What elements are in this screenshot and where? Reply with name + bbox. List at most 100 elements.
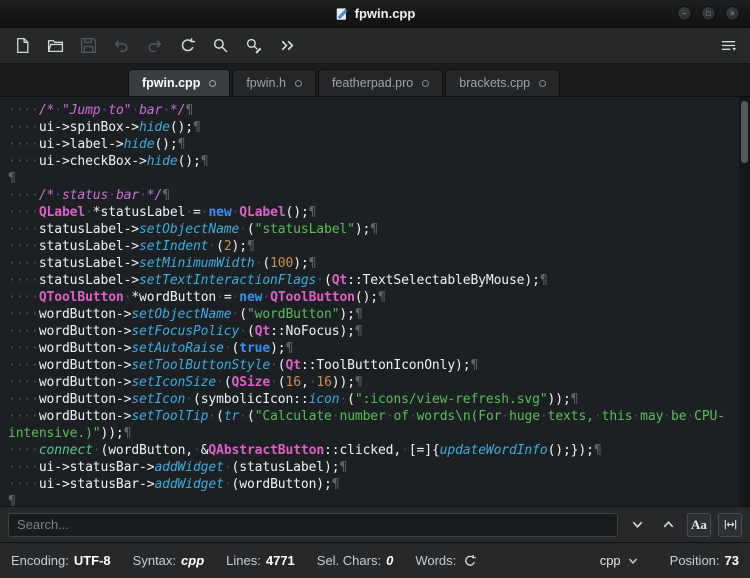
- find-replace-icon: [246, 38, 261, 54]
- code-token: (: [324, 273, 332, 288]
- search-button[interactable]: [206, 33, 234, 59]
- code-line: ····wordButton->setToolTip·(tr·("Calcula…: [8, 408, 750, 425]
- code-token: 2: [223, 239, 232, 254]
- tab-brackets.cpp[interactable]: brackets.cpp: [445, 69, 561, 96]
- whitespace-dots: ····: [8, 409, 39, 424]
- code-area: ····/*·"Jump·to"·bar·*/¶ ····ui->spinBox-…: [0, 97, 750, 506]
- code-token: (wordButton,: [100, 443, 194, 458]
- open-file-button[interactable]: [41, 33, 69, 59]
- code-token: QLabel: [239, 205, 286, 220]
- code-token: (: [216, 409, 224, 424]
- code-token: ();: [154, 137, 178, 152]
- syntax-combobox[interactable]: cpp: [594, 550, 644, 571]
- code-token: wordButton->: [38, 358, 132, 373]
- code-token: ::clicked,: [324, 443, 402, 458]
- find-next-button[interactable]: [625, 513, 649, 537]
- vertical-scrollbar[interactable]: [739, 97, 750, 506]
- tab-fpwin.cpp[interactable]: fpwin.cpp: [128, 69, 231, 96]
- code-line: ····wordButton->setToolButtonStyle·(Qt::…: [8, 357, 750, 374]
- more-toolbuttons-button[interactable]: [272, 33, 300, 59]
- code-token: ":icons/view-refresh.svg": [354, 392, 548, 407]
- code-token: (statusLabel);: [231, 460, 340, 475]
- code-token: statusLabel->: [38, 256, 140, 271]
- undo-icon: [114, 40, 128, 53]
- redo-button[interactable]: [140, 33, 168, 59]
- whitespace-dots: ·: [92, 443, 101, 458]
- undo-button[interactable]: [107, 33, 135, 59]
- title-bar[interactable]: fpwin.cpp − □ ×: [0, 0, 750, 28]
- code-token: (: [246, 324, 255, 339]
- search-input[interactable]: [8, 512, 618, 537]
- scrollbar-thumb[interactable]: [741, 101, 748, 163]
- whitespace-dots: ·: [216, 375, 224, 390]
- code-token: intensive.)": [8, 426, 101, 441]
- whitespace-dots: ·: [316, 273, 324, 288]
- code-token: );: [354, 222, 371, 237]
- code-token: */: [146, 188, 163, 203]
- whole-word-button[interactable]: [718, 512, 742, 537]
- whitespace-dots: ····: [8, 290, 39, 305]
- whitespace-dots: ·: [208, 409, 217, 424]
- encoding-value: UTF-8: [73, 553, 111, 568]
- menu-button[interactable]: [714, 33, 742, 59]
- pilcrow-mark: ¶: [378, 290, 386, 305]
- find-previous-button[interactable]: [656, 513, 680, 537]
- pilcrow-mark: ¶: [8, 494, 16, 506]
- pilcrow-mark: ¶: [593, 443, 602, 458]
- whitespace-dots: ·: [54, 188, 62, 203]
- whitespace-dots: ····: [8, 341, 39, 356]
- find-replace-button[interactable]: [239, 33, 267, 59]
- whitespace-dots: ····: [8, 273, 39, 288]
- code-token: ));: [547, 392, 571, 407]
- code-token: ();: [285, 205, 309, 220]
- code-token: setIndent: [139, 239, 209, 254]
- whitespace-dots: ·: [408, 409, 417, 424]
- sel-chars-value: 0: [386, 553, 394, 568]
- code-token: "Calculate: [254, 409, 332, 424]
- tab-close-icon[interactable]: [422, 79, 430, 87]
- code-token: (: [246, 222, 255, 237]
- calculate-words-button[interactable]: [461, 552, 479, 570]
- code-line: ¶: [8, 170, 750, 187]
- tab-featherpad.pro[interactable]: featherpad.pro: [317, 69, 444, 96]
- whitespace-dots: ····: [8, 256, 39, 271]
- pilcrow-mark: ¶: [177, 137, 186, 152]
- code-token: tr: [223, 409, 240, 424]
- whitespace-dots: ····: [8, 120, 39, 135]
- code-token: wordButton->: [38, 341, 132, 356]
- code-token: words\n(For: [416, 409, 502, 424]
- tab-close-icon[interactable]: [294, 79, 302, 87]
- new-document-button[interactable]: [8, 33, 36, 59]
- tab-fpwin.h[interactable]: fpwin.h: [232, 69, 316, 96]
- match-case-button[interactable]: Aa: [687, 512, 711, 537]
- code-token: setAutoRaise: [131, 341, 224, 356]
- code-token: ui->checkBox->: [38, 154, 147, 169]
- minimize-button[interactable]: −: [677, 6, 692, 21]
- words-label: Words:: [415, 553, 457, 568]
- code-token: be: [671, 409, 687, 424]
- editor-area[interactable]: ····/*·"Jump·to"·bar·*/¶ ····ui->spinBox-…: [0, 97, 750, 506]
- tab-close-icon[interactable]: [209, 79, 217, 87]
- code-token: Qt: [285, 358, 301, 373]
- tab-close-icon[interactable]: [539, 79, 547, 87]
- code-token: setObjectName: [131, 307, 232, 322]
- close-button[interactable]: ×: [725, 6, 740, 21]
- code-token: wordButton->: [38, 324, 132, 339]
- whitespace-dots: ····: [8, 307, 39, 322]
- reload-button[interactable]: [173, 33, 201, 59]
- tab-label: fpwin.h: [246, 76, 286, 90]
- save-button[interactable]: [74, 33, 102, 59]
- code-token: new: [239, 290, 263, 305]
- code-token: ui->spinBox->: [38, 120, 140, 135]
- code-line: ····/*·status·bar·*/¶: [8, 187, 750, 204]
- code-token: ();: [354, 290, 379, 305]
- encoding-label: Encoding:: [11, 553, 69, 568]
- lines-value: 4771: [265, 553, 295, 568]
- whitespace-dots: ····: [8, 103, 39, 118]
- maximize-button[interactable]: □: [701, 6, 716, 21]
- whitespace-dots: ·: [270, 358, 278, 373]
- status-bar-right: cpp Position: 73: [594, 550, 739, 571]
- code-token: Qt: [331, 273, 348, 288]
- code-token: new: [208, 205, 232, 220]
- position-label: Position:: [669, 553, 720, 568]
